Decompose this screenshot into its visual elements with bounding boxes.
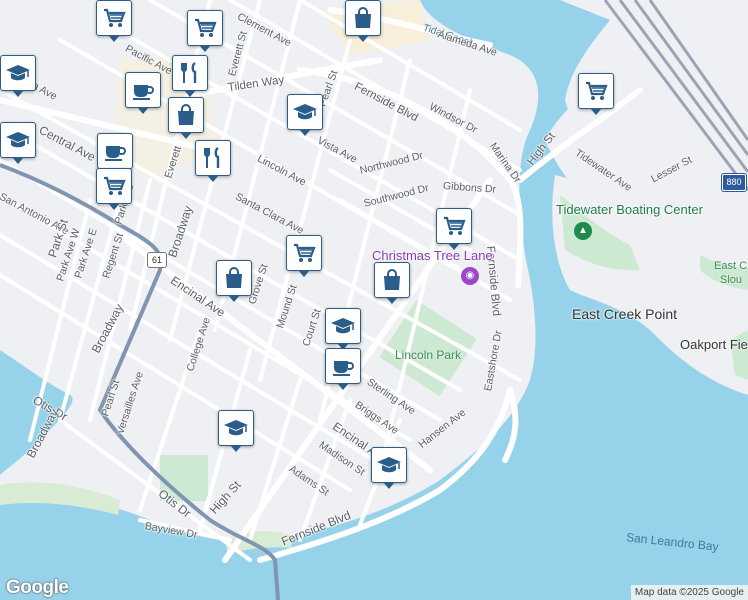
map-pin-cart[interactable] [96,168,132,210]
map-pin-restaurant[interactable] [172,55,208,97]
lincoln-park-label[interactable]: Lincoln Park [395,348,461,362]
shopping-bag-icon [350,5,376,31]
map-pin-restaurant[interactable] [195,140,231,182]
oakport-label: Oakport Fie [680,337,748,352]
tidewater-boating-icon[interactable]: ▲ [574,222,592,240]
east-creek-slough-label-2: Slou [720,274,743,286]
east-creek-point-text: East Creek Point [572,306,678,322]
map-pin-school[interactable] [218,410,254,452]
shopping-bag-icon [221,265,247,291]
map-attribution[interactable]: Map data ©2025 Google [630,585,748,600]
map-pin-coffee[interactable] [125,72,161,114]
map-pin-shopping-bag[interactable] [216,260,252,302]
map-pin-cart[interactable] [96,0,132,42]
school-icon [5,127,31,153]
interstate-880-shield: 880 [722,174,746,191]
map-pin-cart[interactable] [187,10,223,52]
cart-icon [441,213,467,239]
school-icon [223,415,249,441]
map-pin-school[interactable] [0,55,36,97]
map-pin-cart[interactable] [436,208,472,250]
restaurant-icon [177,60,203,86]
cart-icon [101,173,127,199]
school-icon [5,60,31,86]
east-creek-slough-label-1: East C [714,260,748,272]
christmas-tree-lane-label[interactable]: Christmas Tree Lane [372,248,493,263]
map-pin-school[interactable] [287,94,323,136]
map-pin-school[interactable] [0,122,36,164]
christmas-tree-lane-icon[interactable]: ◉ [461,267,479,285]
google-logo: Google [6,577,69,598]
map-pin-shopping-bag[interactable] [374,262,410,304]
coffee-icon [102,138,128,164]
map-pin-cart[interactable] [286,235,322,277]
coffee-icon [330,353,356,379]
shopping-bag-icon [173,102,199,128]
school-icon [292,99,318,125]
east-creek-point-label: East Creek Point [572,307,677,322]
map-pin-school[interactable] [371,447,407,489]
coffee-icon [130,77,156,103]
map-pin-coffee[interactable] [325,348,361,390]
restaurant-icon [200,145,226,171]
cart-icon [583,78,609,104]
map-canvas[interactable]: Tidal Canal San Leandro Bay Alameda Ave … [0,0,748,600]
cart-icon [101,5,127,31]
cart-icon [192,15,218,41]
map-pin-school[interactable] [325,308,361,350]
map-pin-coffee[interactable] [97,133,133,175]
school-icon [376,452,402,478]
route-61-shield: 61 [147,252,167,268]
shopping-bag-icon [379,267,405,293]
school-icon [330,313,356,339]
map-pin-shopping-bag[interactable] [168,97,204,139]
map-pin-cart[interactable] [578,73,614,115]
map-pin-shopping-bag[interactable] [345,0,381,42]
tidewater-boating-label[interactable]: Tidewater Boating Center [556,202,703,217]
cart-icon [291,240,317,266]
